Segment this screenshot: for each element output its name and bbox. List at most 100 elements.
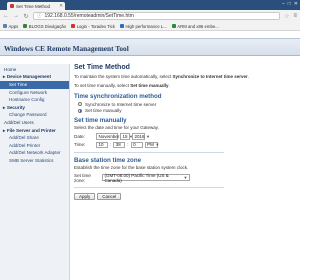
date-label: Date: xyxy=(74,133,85,139)
radio-manual-circle[interactable] xyxy=(78,108,82,113)
day-select[interactable]: 15 ▼ xyxy=(120,133,133,140)
time-row: Time: 10 : 38 : 0 PM ▼ xyxy=(74,141,296,148)
expand-arrow-icon: ▸ xyxy=(3,104,6,110)
bookmark-favicon-icon xyxy=(23,24,28,28)
sidebar-item-label: Set Time xyxy=(9,81,28,87)
bookmark-item[interactable]: Login - Toradex Tick xyxy=(71,24,115,29)
sync-method-heading: Time synchronization method xyxy=(74,93,162,100)
sidebar-item-label: Add/Del Network Adapter xyxy=(9,150,61,156)
browser-tabstrip: Set Time Method ✕ – □ ✕ xyxy=(0,0,300,10)
maximize-icon[interactable]: □ xyxy=(288,1,291,7)
cancel-button[interactable]: Cancel xyxy=(97,193,122,200)
timezone-select[interactable]: (GMT-08:00) Pacific Time (US & Canada) ▼ xyxy=(102,173,190,183)
sidebar-item-label: Home xyxy=(4,66,17,72)
bookmark-favicon-icon xyxy=(119,24,124,28)
ampm-select[interactable]: PM ▼ xyxy=(144,141,160,148)
bookmark-label: BLOGS Divulgação xyxy=(28,23,67,29)
intro-manual-text: To set time manually, select Set time ma… xyxy=(74,83,170,88)
sidebar-item-label: Change Password xyxy=(9,112,47,118)
sidebar-item[interactable]: ▸ Device Management xyxy=(0,74,69,82)
sidebar-item-label: Add/Del Share xyxy=(9,135,39,141)
radio-set-manually[interactable]: Set time manually xyxy=(78,108,296,113)
bookmark-favicon-icon xyxy=(171,24,176,28)
bookmark-item[interactable]: BLOGS Divulgação xyxy=(23,24,66,29)
date-row: Date: November▼ 15▼ 2016▼ xyxy=(74,133,296,140)
address-bar-url: 192.168.0.55/remoteadmin/SetTime.htm xyxy=(44,13,134,19)
sidebar-item[interactable]: Add/Del Users xyxy=(0,119,69,127)
sidebar-item[interactable]: Configure Network xyxy=(0,89,69,97)
browser-tab-title: Set Time Method xyxy=(16,3,51,9)
bookmark-favicon-icon xyxy=(71,24,76,28)
browser-toolbar: ← → ↻ ⓘ 192.168.0.55/remoteadmin/SetTime… xyxy=(0,10,300,22)
bookmark-label: High performance L... xyxy=(125,23,167,29)
timezone-label: Set time zone: xyxy=(74,172,91,183)
time-colon: : xyxy=(110,142,112,148)
sidebar-item[interactable]: Set Time xyxy=(0,81,69,89)
sidebar-item-label: SMB Server Statistics xyxy=(9,157,54,163)
bookmark-label: Login - Toradex Tick xyxy=(76,23,115,29)
manual-description: Select the date and time for your Gatewa… xyxy=(74,125,159,130)
address-bar[interactable]: ⓘ 192.168.0.55/remoteadmin/SetTime.htm xyxy=(33,12,281,20)
radio-sync-label: Synchronize to Internet time server xyxy=(85,101,157,107)
bookmark-label: ARM and x86 embe... xyxy=(177,23,219,29)
divider xyxy=(74,152,224,153)
bookmark-favicon-icon xyxy=(3,24,7,28)
radio-sync-internet[interactable]: Synchronize to Internet time server xyxy=(78,102,296,107)
minimize-icon[interactable]: – xyxy=(282,1,285,7)
chevron-down-icon: ▼ xyxy=(155,142,160,148)
sidebar-item[interactable]: Change Password xyxy=(0,112,69,120)
sidebar: Home ▸ Device Management Set Time Configure … xyxy=(0,64,70,280)
sidebar-item[interactable]: SMB Server Statistics xyxy=(0,157,69,165)
bookmarks-bar: Apps BLOGS Divulgação Login - Toradex Tick… xyxy=(0,22,300,31)
main-content: Set Time Method To maintain the system t… xyxy=(74,64,296,274)
bookmark-star-icon[interactable]: ☆ xyxy=(284,13,289,20)
sidebar-item[interactable]: Add/Del Network Adapter xyxy=(0,150,69,158)
reload-icon[interactable]: ↻ xyxy=(23,13,29,20)
form-buttons: Apply Cancel xyxy=(74,193,296,200)
sidebar-item-label: Security xyxy=(6,104,25,110)
minute-input[interactable]: 38 xyxy=(113,141,126,148)
time-colon: : xyxy=(127,142,129,148)
expand-arrow-icon: ▸ xyxy=(3,127,6,133)
bookmark-label: Apps xyxy=(8,23,19,29)
chevron-down-icon: ▼ xyxy=(146,133,150,139)
radio-sync-circle[interactable] xyxy=(78,102,82,106)
sidebar-item[interactable]: Home xyxy=(0,66,69,74)
sidebar-item[interactable]: Hostname Config xyxy=(0,96,69,104)
month-select[interactable]: November▼ xyxy=(96,133,125,140)
year-select[interactable]: 2016 ▼ xyxy=(132,133,150,140)
divider xyxy=(74,186,224,187)
radio-manual-label: Set time manually xyxy=(85,108,122,113)
sidebar-item[interactable]: ▸ File Server and Printer xyxy=(0,127,69,135)
timezone-row: Set time zone: (GMT-08:00) Pacific Time … xyxy=(74,173,296,183)
sidebar-item[interactable]: Add/Del Printer xyxy=(0,142,69,150)
close-tab-icon[interactable]: ✕ xyxy=(59,3,63,9)
timezone-description: Establish the time zone for the base sta… xyxy=(74,164,189,170)
second-input[interactable]: 0 xyxy=(130,141,143,148)
back-icon[interactable]: ← xyxy=(3,13,9,19)
sidebar-item-label: Device Management xyxy=(6,74,51,80)
window-controls: – □ ✕ xyxy=(282,1,298,7)
sidebar-item[interactable]: ▸ Security xyxy=(0,104,69,112)
close-window-icon[interactable]: ✕ xyxy=(294,1,298,7)
hour-input[interactable]: 10 xyxy=(96,141,108,148)
bookmark-item[interactable]: Apps xyxy=(3,24,18,29)
page-favicon-icon xyxy=(10,4,14,8)
time-label: Time: xyxy=(74,142,86,148)
manual-heading: Set time manually xyxy=(74,117,127,124)
browser-tab[interactable]: Set Time Method ✕ xyxy=(7,2,65,10)
browser-menu-icon[interactable]: ≡ xyxy=(293,13,297,19)
app-title-bar: Windows CE Remote Management Tool xyxy=(0,38,300,56)
page-info-icon[interactable]: ⓘ xyxy=(37,13,42,19)
apply-button[interactable]: Apply xyxy=(74,193,96,200)
forward-icon[interactable]: → xyxy=(13,13,19,19)
bookmark-item[interactable]: High performance L... xyxy=(119,23,167,29)
sidebar-item-label: Hostname Config xyxy=(9,97,45,103)
expand-arrow-icon: ▸ xyxy=(3,74,6,80)
sidebar-item[interactable]: Add/Del Share xyxy=(0,134,69,142)
app-title: Windows CE Remote Management Tool xyxy=(4,44,129,53)
timezone-heading: Base station time zone xyxy=(74,156,142,164)
sidebar-item-label: File Server and Printer xyxy=(6,127,56,133)
bookmark-item[interactable]: ARM and x86 embe... xyxy=(171,23,219,29)
chevron-down-icon: ▼ xyxy=(183,175,188,180)
